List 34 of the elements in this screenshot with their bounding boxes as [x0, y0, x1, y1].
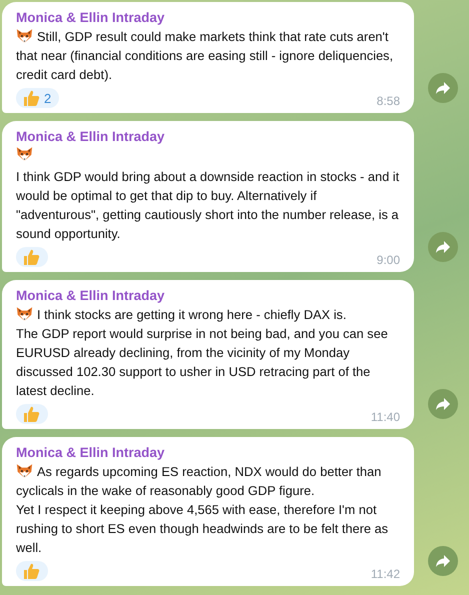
- forward-button[interactable]: [428, 73, 458, 103]
- thumbs-up-icon: [22, 89, 40, 107]
- message-time: 8:58: [376, 94, 400, 108]
- fox-icon: [16, 28, 33, 44]
- reaction-button[interactable]: [16, 247, 48, 267]
- thumbs-up-icon: [22, 248, 40, 266]
- sender-name: Monica & Ellin Intraday: [16, 287, 166, 305]
- message-text: I think stocks are getting it wrong here - chiefly DAX is.: [16, 305, 400, 324]
- message-text: As regards upcoming ES reaction, NDX would do better than cyclicals in the wake of reasonably good GDP figure.: [16, 462, 382, 500]
- forward-icon: [435, 240, 451, 254]
- reaction-button[interactable]: [16, 404, 48, 424]
- sender-name: Monica & Ellin Intraday: [16, 444, 166, 462]
- sender-name: Monica & Ellin Intraday: [16, 128, 166, 146]
- fox-icon: [16, 146, 33, 162]
- thumbs-up-icon: [22, 562, 40, 580]
- forward-icon: [435, 397, 451, 411]
- message-time: 11:42: [370, 567, 400, 581]
- thumbs-up-icon: [22, 405, 40, 423]
- forward-icon: [435, 554, 451, 568]
- fox-icon: [16, 306, 33, 322]
- message-text: The GDP report would surprise in not being bad, and you can see EURUSD already declining, from the vicinity of my Monday discussed 102.30 support to usher in USD retracing part of the latest decline.: [16, 325, 389, 400]
- message-text: Yet I respect it keeping above 4,565 with ease, therefore I'm not rushing to short ES even though headwinds are to be felt there as well.: [16, 501, 390, 557]
- reaction-button[interactable]: 2: [16, 88, 60, 108]
- forward-button[interactable]: [428, 389, 458, 419]
- sender-name: Monica & Ellin Intraday: [16, 9, 166, 27]
- reaction-button[interactable]: [16, 561, 48, 581]
- fox-icon: [16, 463, 33, 479]
- forward-icon: [435, 81, 451, 95]
- message-time: 9:00: [376, 253, 400, 267]
- forward-button[interactable]: [428, 232, 458, 262]
- message-text: Still, GDP result could make markets think that rate cuts aren't that near (financial conditions are easing still - ignore deliquencies, credit card debt).: [16, 27, 394, 84]
- message-time: 11:40: [370, 410, 400, 424]
- forward-button[interactable]: [428, 546, 458, 576]
- message-text: I think GDP would bring about a downside reaction in stocks - and it would be optimal to get that dip to buy. Alternatively if "adventurous", getting cautiously short into the number release, is a sound opportunity.: [16, 168, 400, 243]
